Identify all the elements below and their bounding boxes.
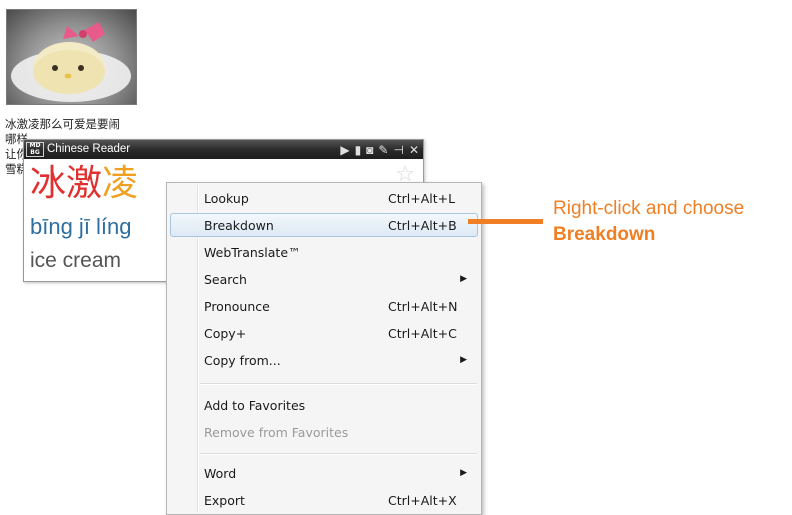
menu-item-shortcut: Ctrl+Alt+N xyxy=(388,299,458,314)
menu-item-breakdown[interactable]: Breakdown Ctrl+Alt+B xyxy=(170,213,478,237)
popup-toolbar: ▶ ▮ ◙ ✎ ⊣ ✕ xyxy=(340,141,419,158)
close-icon[interactable]: ✕ xyxy=(409,142,419,158)
callout-connector-line xyxy=(468,219,543,224)
menu-item-webtranslate[interactable]: WebTranslate™ xyxy=(170,240,478,264)
menu-item-label: Export xyxy=(204,493,245,508)
paragraph-line: 冰激凌那么可爱是要闹 xyxy=(5,117,120,131)
menu-item-label: Copy from... xyxy=(204,353,281,368)
callout-line-2: Breakdown xyxy=(553,224,656,245)
menu-item-label: WebTranslate™ xyxy=(204,245,301,260)
menu-item-search[interactable]: Search ▶ xyxy=(170,267,478,291)
menu-item-label: Search xyxy=(204,272,247,287)
menu-item-label: Remove from Favorites xyxy=(204,425,349,440)
menu-separator xyxy=(200,383,477,385)
hanzi-char: 激 xyxy=(66,163,103,204)
popup-titlebar[interactable]: MD BG Chinese Reader ▶ ▮ ◙ ✎ ⊣ ✕ xyxy=(24,140,423,159)
camera-icon[interactable]: ◙ xyxy=(366,142,373,158)
menu-item-copy-from[interactable]: Copy from... ▶ xyxy=(170,348,478,372)
menu-item-label: Copy+ xyxy=(204,326,247,341)
submenu-arrow-icon: ▶ xyxy=(460,274,467,284)
play-icon[interactable]: ▶ xyxy=(340,142,349,158)
menu-separator xyxy=(200,453,477,455)
menu-item-export[interactable]: Export Ctrl+Alt+X xyxy=(170,488,478,512)
hanzi-char: 冰 xyxy=(30,163,67,204)
menu-item-label: Pronounce xyxy=(204,299,270,314)
menu-item-lookup[interactable]: Lookup Ctrl+Alt+L xyxy=(170,186,478,210)
menu-item-label: Lookup xyxy=(204,191,249,206)
menu-item-copy-plus[interactable]: Copy+ Ctrl+Alt+C xyxy=(170,321,478,345)
context-menu: Lookup Ctrl+Alt+L Breakdown Ctrl+Alt+B W… xyxy=(166,182,482,515)
menu-item-label: Add to Favorites xyxy=(204,398,306,413)
menu-item-pronounce[interactable]: Pronounce Ctrl+Alt+N xyxy=(170,294,478,318)
callout-line-1: Right-click and choose xyxy=(553,198,745,219)
wrench-icon[interactable]: ✎ xyxy=(378,142,388,158)
menu-item-label: Breakdown xyxy=(204,218,274,233)
callout-annotation: Right-click and choose Breakdown xyxy=(553,196,744,248)
menu-item-remove-from-favorites: Remove from Favorites xyxy=(170,420,478,444)
menu-item-word[interactable]: Word ▶ xyxy=(170,461,478,485)
hanzi-headword: 冰激凌 xyxy=(30,162,138,206)
english-definition: ice cream xyxy=(30,249,122,272)
mdbg-logo: MD BG xyxy=(26,142,44,157)
menu-item-add-to-favorites[interactable]: Add to Favorites xyxy=(170,393,478,417)
dessert-thumbnail-image xyxy=(6,9,137,105)
menu-item-shortcut: Ctrl+Alt+X xyxy=(388,493,457,508)
popup-title: Chinese Reader xyxy=(47,143,131,155)
menu-item-shortcut: Ctrl+Alt+C xyxy=(388,326,457,341)
menu-item-shortcut: Ctrl+Alt+L xyxy=(388,191,456,206)
submenu-arrow-icon: ▶ xyxy=(460,355,467,365)
pin-icon[interactable]: ⊣ xyxy=(393,142,403,158)
menu-item-label: Word xyxy=(204,466,237,481)
pinyin-text: bīng jī líng xyxy=(30,214,132,239)
hanzi-char: 凌 xyxy=(102,163,139,204)
submenu-arrow-icon: ▶ xyxy=(460,468,467,478)
dessert-picture xyxy=(11,22,131,102)
menu-item-shortcut: Ctrl+Alt+B xyxy=(388,218,457,233)
bin-icon[interactable]: ▮ xyxy=(355,142,362,158)
